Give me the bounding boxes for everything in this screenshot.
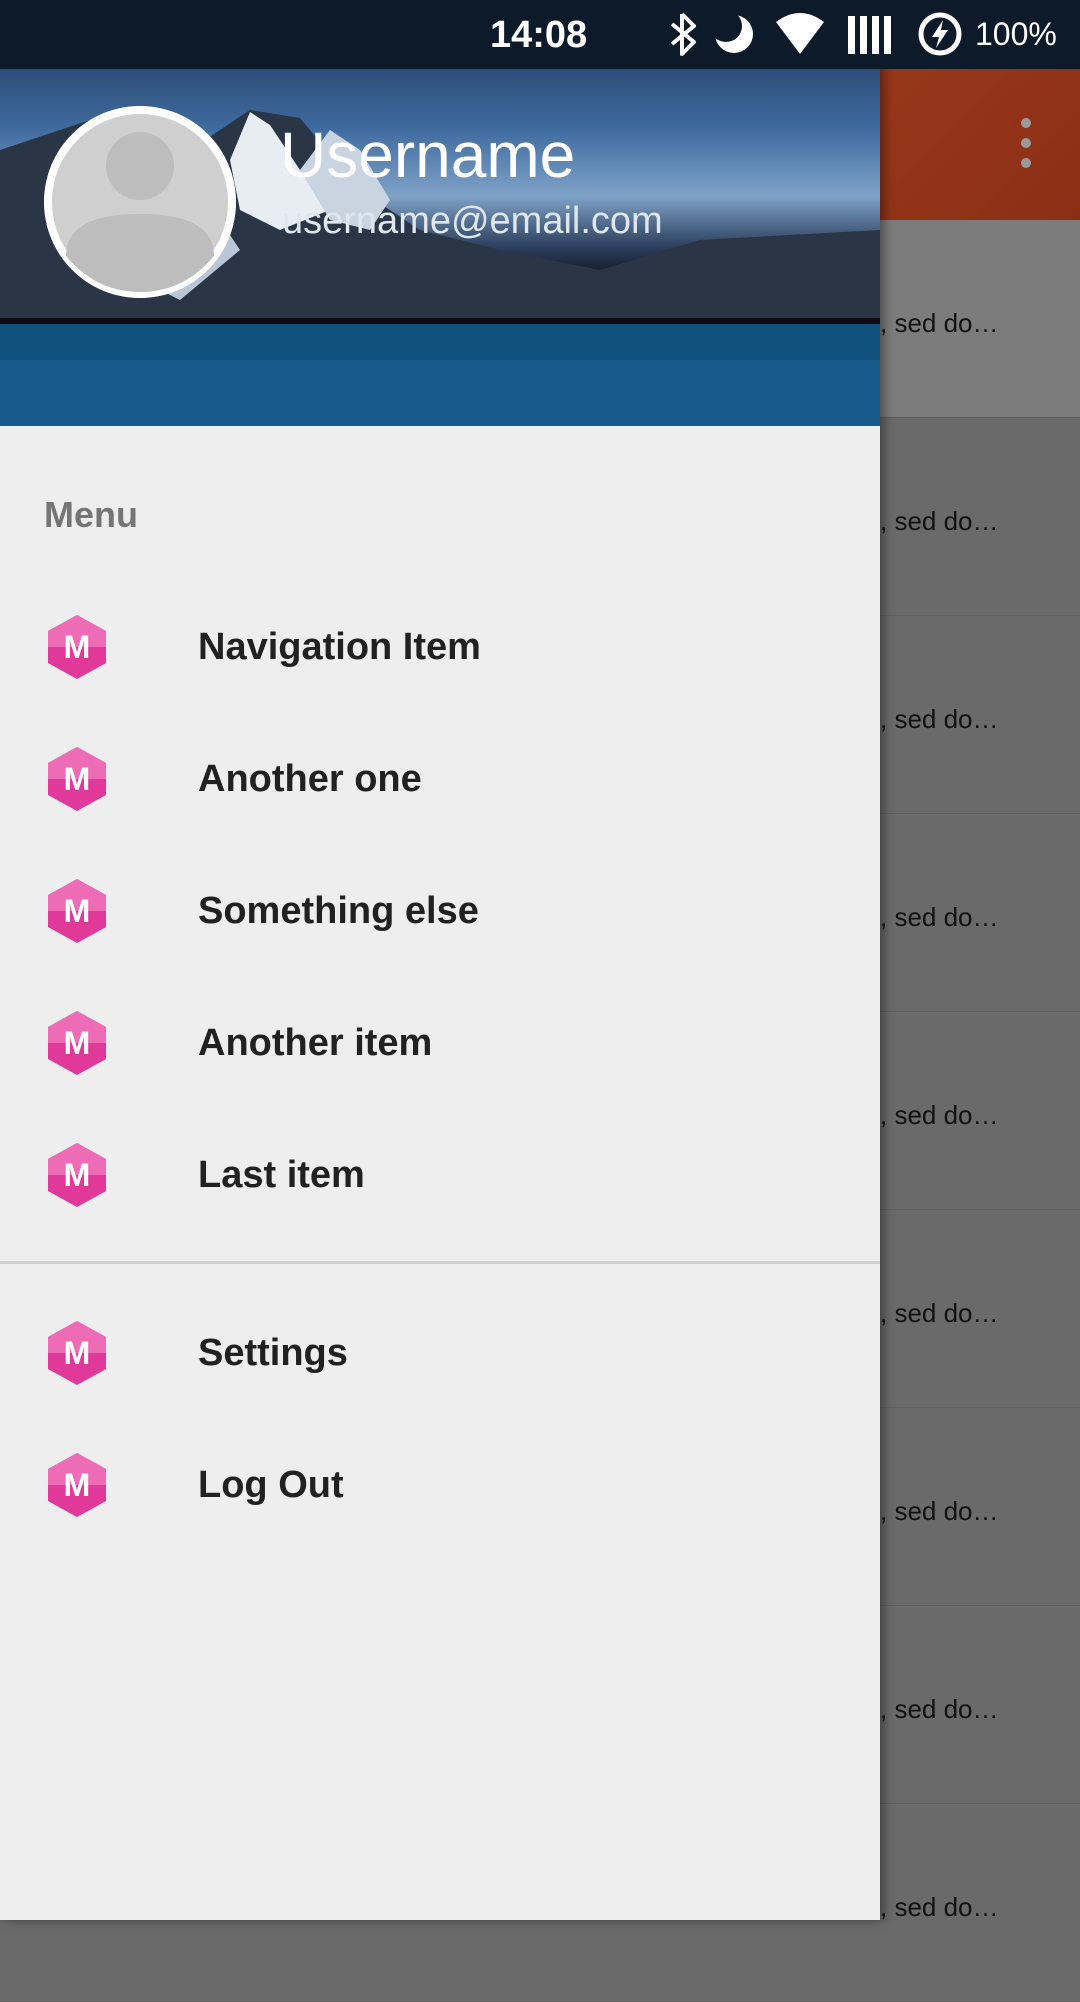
svg-text:M: M	[64, 1335, 91, 1371]
svg-text:M: M	[64, 1467, 91, 1503]
nav-item-something-else[interactable]: M Something else	[0, 846, 880, 978]
battery-percentage: 100%	[975, 16, 1057, 52]
m-hexagon-icon: M	[48, 1011, 106, 1075]
nav-item-navigation-item[interactable]: M Navigation Item	[0, 582, 880, 714]
drawer-divider	[0, 1261, 880, 1264]
svg-text:M: M	[64, 761, 91, 797]
header-email: username@email.com	[282, 200, 663, 242]
list-item-snippet: , sed do…	[880, 308, 999, 338]
list-item-snippet: , sed do…	[880, 506, 999, 536]
nav-item-log-out[interactable]: M Log Out	[0, 1420, 880, 1552]
m-hexagon-icon: M	[48, 615, 106, 679]
m-hexagon-icon: M	[48, 1453, 106, 1517]
nav-item-label: Something else	[198, 890, 479, 932]
do-not-disturb-moon-icon	[712, 10, 753, 53]
m-hexagon-icon: M	[48, 1143, 106, 1207]
list-item-snippet: , sed do…	[880, 1298, 999, 1328]
status-time: 14:08	[490, 14, 588, 56]
person-avatar-icon	[44, 106, 236, 298]
list-item-snippet: , sed do…	[880, 1694, 999, 1724]
nav-item-label: Last item	[198, 1154, 365, 1196]
nav-item-label: Navigation Item	[198, 626, 481, 668]
status-bar: 14:08 100%	[0, 0, 1080, 69]
svg-text:M: M	[64, 893, 91, 929]
nav-item-settings[interactable]: M Settings	[0, 1288, 880, 1420]
battery-charging-icon	[918, 12, 962, 56]
menu-subheader: Menu	[44, 494, 138, 535]
bluetooth-icon	[670, 12, 696, 56]
list-item-snippet: , sed do…	[880, 1496, 999, 1526]
more-vert-icon[interactable]	[1016, 118, 1036, 168]
svg-text:M: M	[64, 629, 91, 665]
svg-text:M: M	[64, 1025, 91, 1061]
nav-item-label: Another one	[198, 758, 422, 800]
nav-item-label: Another item	[198, 1022, 433, 1064]
nav-item-last-item[interactable]: M Last item	[0, 1110, 880, 1242]
svg-text:M: M	[64, 1157, 91, 1193]
header-username: Username	[280, 119, 576, 191]
signal-icon	[848, 16, 891, 54]
nav-item-label: Log Out	[198, 1464, 344, 1506]
nav-item-another-item[interactable]: M Another item	[0, 978, 880, 1110]
m-hexagon-icon: M	[48, 879, 106, 943]
nav-item-another-one[interactable]: M Another one	[0, 714, 880, 846]
list-item-snippet: , sed do…	[880, 1100, 999, 1130]
m-hexagon-icon: M	[48, 1321, 106, 1385]
wifi-icon	[776, 13, 824, 54]
list-item-snippet: , sed do…	[880, 902, 999, 932]
nav-item-label: Settings	[198, 1332, 348, 1374]
m-hexagon-icon: M	[48, 747, 106, 811]
list-item-snippet: , sed do…	[880, 704, 999, 734]
list-item-snippet: , sed do…	[880, 1892, 999, 1922]
avatar[interactable]	[44, 106, 236, 298]
navigation-drawer: Username username@email.com Menu M Navig…	[0, 0, 880, 1920]
